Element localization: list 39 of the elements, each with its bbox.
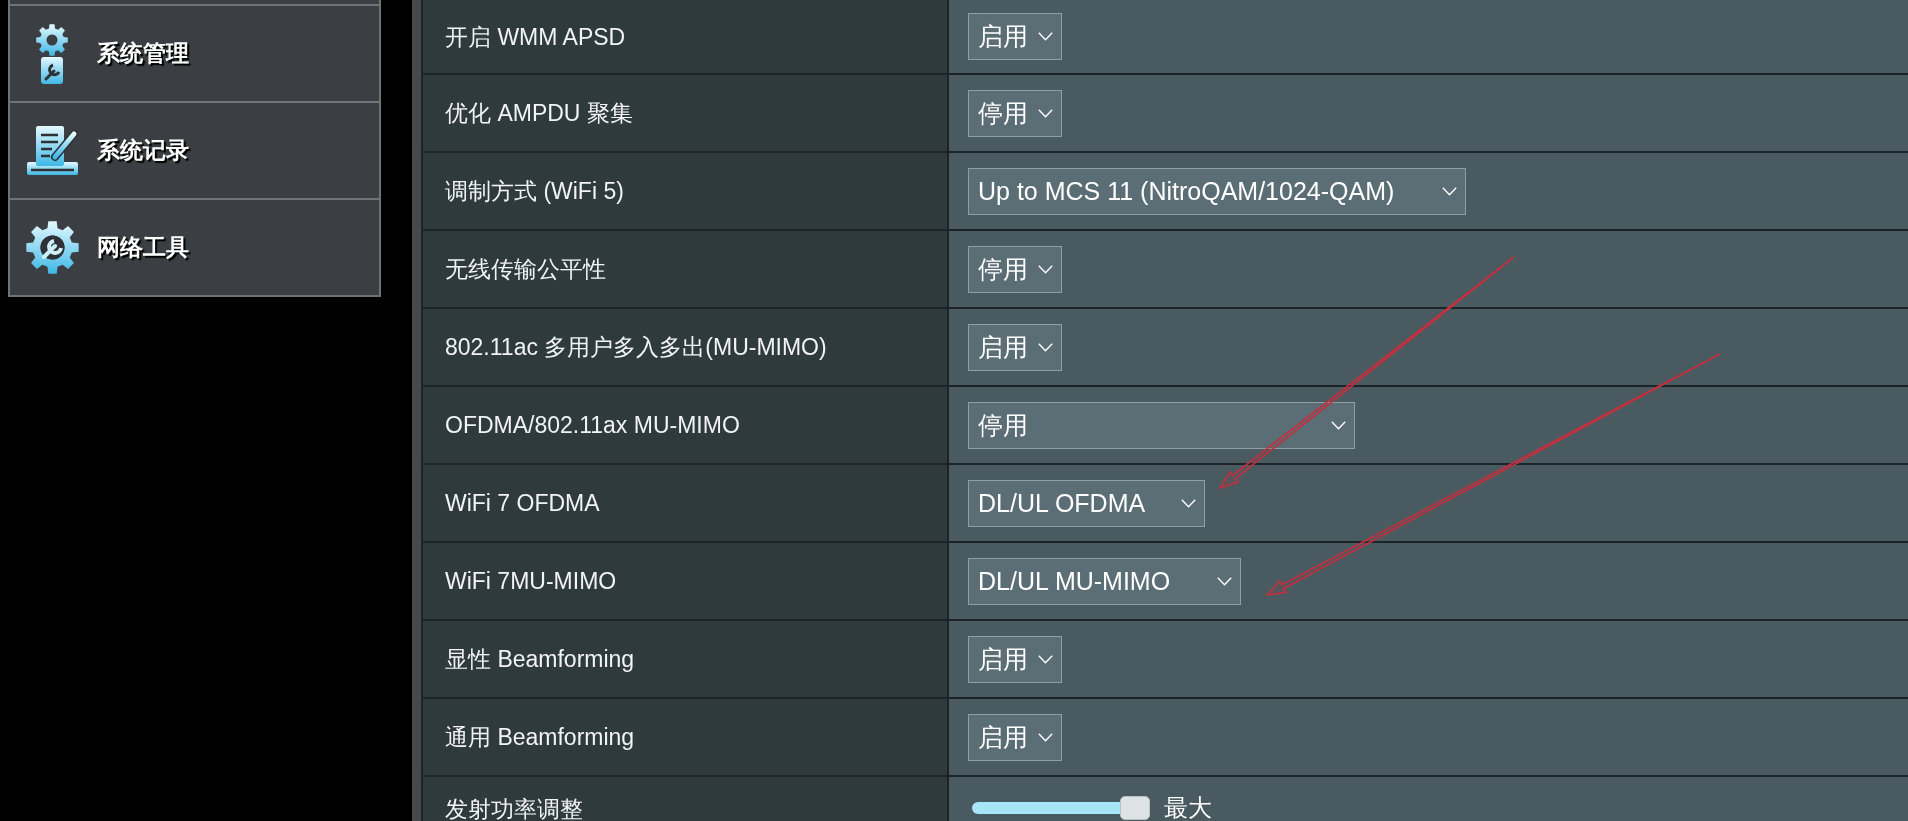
dropdown[interactable]: 启用 [968, 323, 1062, 371]
chevron-down-icon [1217, 576, 1232, 586]
dropdown[interactable]: 停用 [968, 89, 1062, 137]
setting-label: 开启 WMM APSD [445, 24, 626, 49]
slider-reading: 最大 [1164, 796, 1212, 820]
sidebar-item[interactable]: 系统记录 [10, 101, 379, 198]
setting-label: 显性 Beamforming [445, 647, 635, 671]
dropdown[interactable]: 停用 [968, 245, 1062, 293]
dropdown[interactable]: 停用 [968, 401, 1355, 449]
setting-label: 发射功率调整 [445, 797, 583, 821]
chevron-down-icon [1038, 732, 1053, 742]
setting-label: WiFi 7 OFDMA [445, 491, 600, 515]
chevron-down-icon [1038, 342, 1053, 352]
setting-label: 调制方式 (WiFi 5) [445, 179, 624, 203]
chevron-down-icon [1038, 654, 1053, 664]
chevron-down-icon [1038, 108, 1053, 118]
sidebar-item[interactable]: 系统管理 [10, 4, 379, 101]
slider-thumb[interactable] [1120, 796, 1150, 820]
setting-label: WiFi 7MU-MIMO [445, 569, 617, 593]
chevron-down-icon [1181, 498, 1196, 508]
setting-label: 无线传输公平性 [445, 257, 606, 281]
dropdown[interactable]: 启用 [968, 13, 1062, 60]
setting-label: 通用 Beamforming [445, 725, 635, 749]
power-slider[interactable] [972, 796, 1150, 820]
document-pencil-icon [26, 125, 78, 176]
chevron-down-icon [1038, 264, 1053, 274]
dropdown[interactable]: 启用 [968, 635, 1062, 683]
dropdown[interactable]: DL/UL OFDMA [968, 479, 1205, 527]
sidebar-item[interactable]: 网络工具 [10, 198, 379, 295]
dropdown[interactable]: DL/UL MU-MIMO [968, 557, 1241, 605]
setting-label: 优化 AMPDU 聚集 [445, 101, 633, 125]
dropdown[interactable]: Up to MCS 11 (NitroQAM/1024-QAM) [968, 167, 1466, 215]
chevron-down-icon [1331, 420, 1346, 430]
gear-wrench-icon [25, 220, 79, 275]
chevron-down-icon [1442, 186, 1457, 196]
setting-label: OFDMA/802.11ax MU-MIMO [445, 413, 740, 437]
dropdown[interactable]: 启用 [968, 713, 1062, 761]
chevron-down-icon [1038, 32, 1053, 41]
setting-label: 802.11ac 多用户多入多出(MU-MIMO) [445, 335, 827, 359]
